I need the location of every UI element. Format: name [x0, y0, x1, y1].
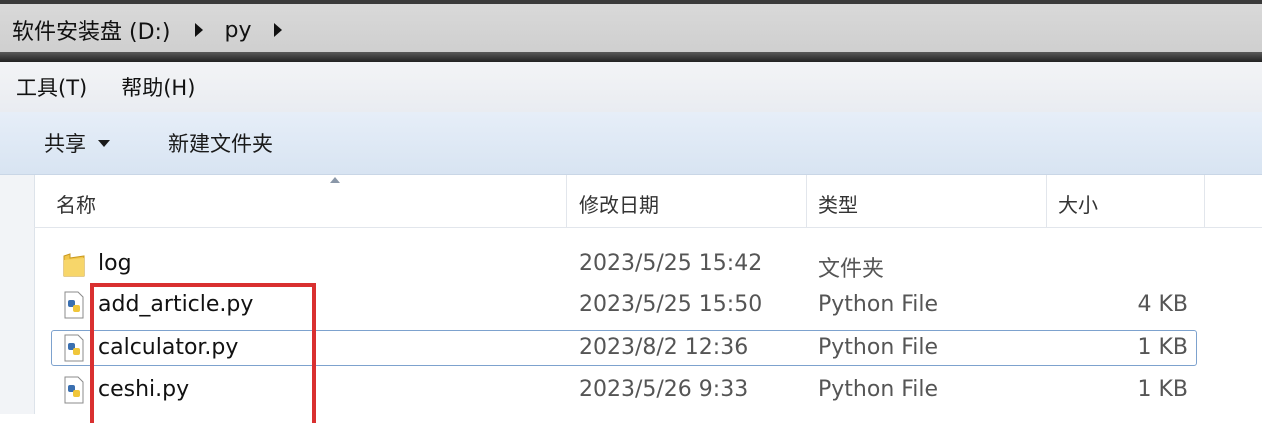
column-divider[interactable]: [1046, 175, 1047, 227]
new-folder-button[interactable]: 新建文件夹: [168, 128, 273, 158]
table-row[interactable]: calculator.py 2023/8/2 12:36 Python File…: [34, 327, 1262, 369]
table-row[interactable]: add_article.py 2023/5/25 15:50 Python Fi…: [34, 284, 1262, 326]
share-label: 共享: [44, 132, 86, 156]
file-size: 4 KB: [1137, 292, 1188, 317]
file-size: 1 KB: [1137, 335, 1188, 360]
file-date: 2023/8/2 12:36: [579, 335, 749, 360]
breadcrumb-folder[interactable]: py: [225, 18, 252, 43]
breadcrumb-drive[interactable]: 软件安装盘 (D:): [12, 14, 171, 46]
file-date: 2023/5/25 15:50: [579, 292, 763, 317]
window-separator: [0, 52, 1262, 62]
share-button[interactable]: 共享: [44, 128, 110, 158]
file-name: add_article.py: [98, 292, 254, 317]
folder-icon: [63, 253, 85, 277]
file-type: Python File: [818, 377, 939, 402]
chevron-right-icon[interactable]: [273, 23, 282, 37]
breadcrumb: 软件安装盘 (D:) py: [12, 14, 282, 46]
file-type: Python File: [818, 292, 939, 317]
python-file-icon: [64, 334, 84, 362]
chevron-down-icon: [98, 139, 110, 147]
navigation-pane[interactable]: [0, 175, 35, 414]
file-date: 2023/5/25 15:42: [579, 251, 763, 276]
python-file-icon: [64, 291, 84, 319]
menu-help[interactable]: 帮助(H): [105, 72, 195, 102]
table-row[interactable]: ceshi.py 2023/5/26 9:33 Python File 1 KB: [34, 369, 1262, 411]
file-name: ceshi.py: [98, 377, 190, 402]
file-type: 文件夹: [818, 257, 885, 282]
file-name: calculator.py: [98, 335, 239, 360]
column-header-name[interactable]: 名称: [56, 189, 96, 218]
column-header-type[interactable]: 类型: [818, 189, 858, 218]
command-toolbar: 共享 新建文件夹: [0, 112, 1262, 175]
column-divider[interactable]: [806, 175, 807, 227]
column-divider[interactable]: [1204, 175, 1205, 227]
chevron-right-icon[interactable]: [194, 23, 203, 37]
menu-bar: 工具(T) 帮助(H): [0, 62, 1262, 112]
address-bar[interactable]: 软件安装盘 (D:) py: [0, 0, 1262, 52]
column-header-size[interactable]: 大小: [1058, 189, 1098, 218]
file-list: 名称 修改日期 类型 大小 log 2023/5/25 15:42 文件夹 ad…: [0, 175, 1262, 414]
menu-tools[interactable]: 工具(T): [0, 72, 87, 102]
file-date: 2023/5/26 9:33: [579, 377, 749, 402]
python-file-icon: [64, 376, 84, 404]
column-header-date[interactable]: 修改日期: [579, 189, 659, 218]
file-name: log: [98, 251, 132, 276]
column-divider[interactable]: [566, 175, 567, 227]
table-row[interactable]: log 2023/5/25 15:42 文件夹: [34, 243, 1262, 285]
column-header-row: 名称 修改日期 类型 大小: [34, 175, 1262, 228]
file-size: 1 KB: [1137, 377, 1188, 402]
file-type: Python File: [818, 335, 939, 360]
sort-ascending-icon: [330, 177, 340, 183]
